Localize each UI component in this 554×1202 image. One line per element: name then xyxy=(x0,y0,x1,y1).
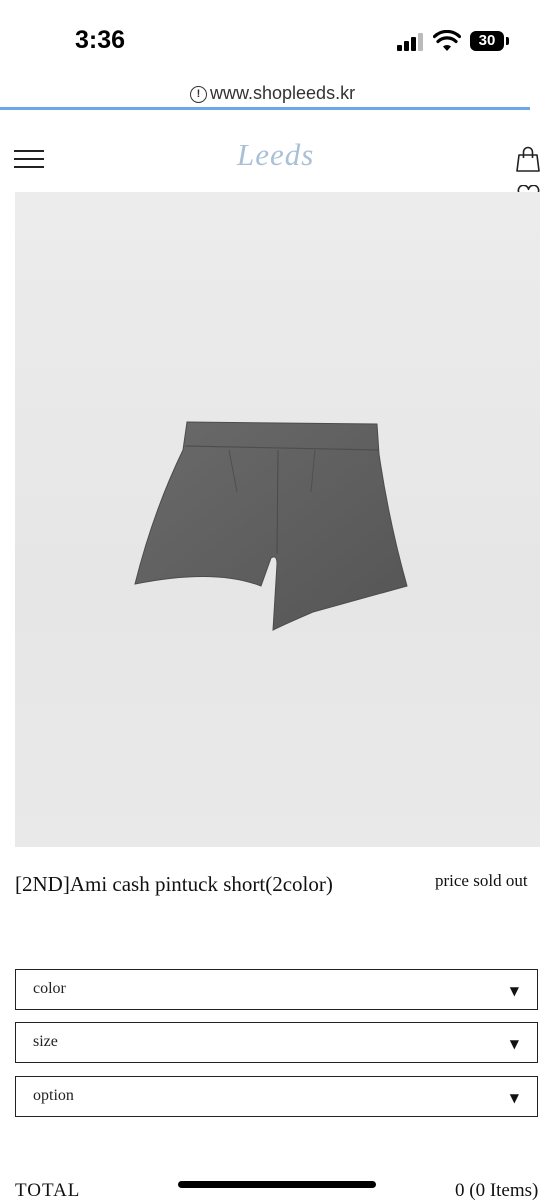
chevron-down-icon: ▼ xyxy=(509,984,519,998)
product-image[interactable] xyxy=(15,192,540,847)
home-indicator[interactable] xyxy=(178,1181,376,1188)
product-price: price sold out xyxy=(435,871,528,890)
total-value: 0 (0 Items) xyxy=(455,1180,539,1201)
shorts-illustration xyxy=(134,421,408,631)
option-select-label: option xyxy=(33,1087,74,1104)
site-logo[interactable]: Leeds xyxy=(237,137,314,173)
option-select[interactable]: option ▼ xyxy=(15,1076,538,1117)
chevron-down-icon: ▼ xyxy=(509,1037,519,1051)
color-select-label: color xyxy=(33,980,66,997)
status-time: 3:36 xyxy=(75,26,126,54)
battery-icon: 30 xyxy=(470,31,504,51)
size-select-label: size xyxy=(33,1033,58,1050)
url-text[interactable]: www.shopleeds.kr xyxy=(210,83,355,104)
color-select[interactable]: color ▼ xyxy=(15,969,538,1010)
size-select[interactable]: size ▼ xyxy=(15,1022,538,1063)
wifi-icon xyxy=(433,30,461,51)
status-bar: 3:36 30 xyxy=(0,0,554,80)
info-icon[interactable]: ! xyxy=(190,86,207,103)
site-header: Leeds xyxy=(0,125,554,185)
cellular-signal-icon xyxy=(397,33,425,51)
shopping-bag-icon[interactable] xyxy=(516,146,540,172)
menu-icon[interactable] xyxy=(14,150,44,168)
battery-cap xyxy=(506,37,509,45)
url-bar[interactable]: ! www.shopleeds.kr xyxy=(0,82,554,108)
chevron-down-icon: ▼ xyxy=(509,1091,519,1105)
page-loading-bar xyxy=(0,107,530,110)
product-name: [2ND]Ami cash pintuck short(2color) xyxy=(15,872,333,896)
total-label: TOTAL xyxy=(15,1180,81,1201)
